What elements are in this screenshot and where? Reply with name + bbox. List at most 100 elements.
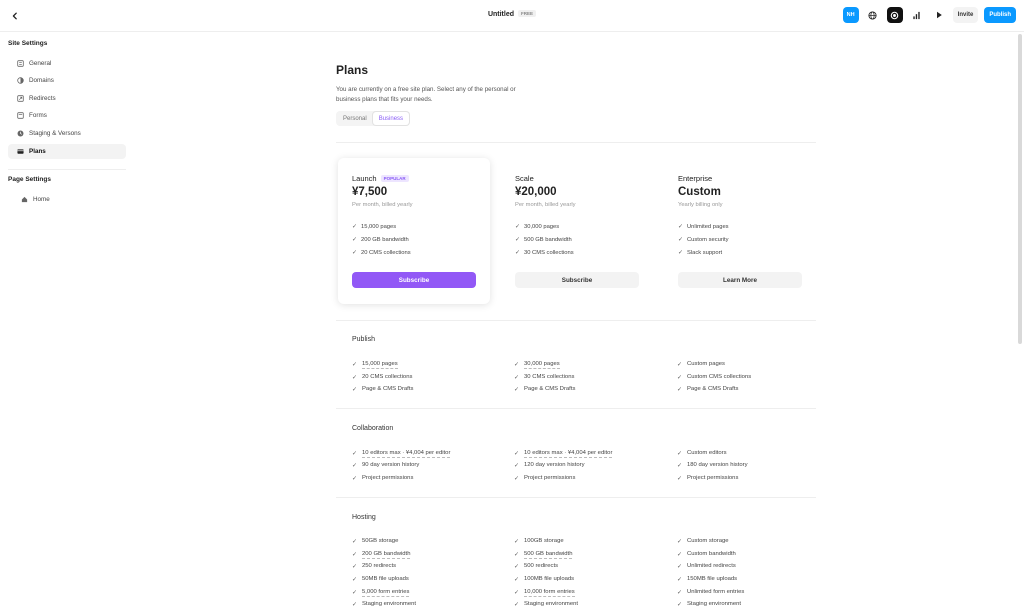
feature-text[interactable]: 500 GB bandwidth xyxy=(524,550,573,559)
publish-button[interactable]: Publish xyxy=(984,7,1016,23)
compare-feature: ✓ Custom pages xyxy=(677,358,725,371)
plan-feature: ✓ Slack support xyxy=(678,246,802,259)
page-title: Plans xyxy=(336,63,369,77)
feature-text[interactable]: 10 editors max · ¥4,004 per editor xyxy=(362,449,451,458)
subscribe-launch-button[interactable]: Subscribe xyxy=(352,272,476,288)
play-button[interactable] xyxy=(931,7,947,23)
compare-feature: ✓ 90 day version history xyxy=(352,459,419,472)
sidebar-item-label: Forms xyxy=(29,112,47,119)
feature-text: 120 day version history xyxy=(524,462,585,469)
feature-text[interactable]: 200 GB bandwidth xyxy=(362,550,411,559)
sidebar-item-general[interactable]: General xyxy=(8,56,126,71)
sidebar-item-staging[interactable]: Staging & Versons xyxy=(8,126,126,141)
plan-price: ¥7,500 xyxy=(352,186,388,198)
check-icon: ✓ xyxy=(514,450,520,457)
plan-feature-list: ✓ Unlimited pages ✓ Custom security ✓ Slack… xyxy=(678,220,802,259)
divider xyxy=(336,142,816,143)
plan-badge: FREE xyxy=(518,10,537,17)
compare-feature: ✓ Unlimited form entries xyxy=(677,586,744,599)
sidebar: Site Settings General Domains Redirects … xyxy=(0,32,136,613)
feature-text: 100MB file uploads xyxy=(524,576,575,583)
feature-text: Unlimited redirects xyxy=(687,563,736,570)
plan-price: ¥20,000 xyxy=(515,186,557,198)
compare-feature: ✓ 50GB storage xyxy=(352,535,398,548)
check-icon: ✓ xyxy=(514,576,520,583)
top-bar: Untitled FREE NH Invite Publish xyxy=(0,0,1024,32)
avatar[interactable]: NH xyxy=(842,7,859,23)
feature-text[interactable]: 10,000 form entries xyxy=(524,588,575,597)
compare-feature: ✓ Project permissions xyxy=(677,472,738,485)
feature-text: Custom security xyxy=(687,236,729,243)
analytics-button[interactable] xyxy=(909,7,925,23)
plan-name: Scale xyxy=(515,174,534,183)
compare-feature: ✓ Project permissions xyxy=(352,472,413,485)
feature-text: Project permissions xyxy=(687,475,739,482)
scrollbar[interactable] xyxy=(1018,34,1022,344)
plan-name: Launch xyxy=(352,174,377,183)
check-icon: ✓ xyxy=(677,475,683,482)
divider xyxy=(336,497,816,498)
learn-more-button[interactable]: Learn More xyxy=(678,272,802,288)
compare-feature: ✓ 500 GB bandwidth xyxy=(514,548,573,561)
sidebar-item-label: Domains xyxy=(29,77,54,84)
feature-text: Project permissions xyxy=(362,475,414,482)
tab-personal[interactable]: Personal xyxy=(337,112,373,125)
check-icon: ✓ xyxy=(677,462,683,469)
check-icon: ✓ xyxy=(678,237,684,243)
plan-feature-list: ✓ 30,000 pages ✓ 500 GB bandwidth ✓ 30 CMS … xyxy=(515,220,639,259)
feature-text: 150MB file uploads xyxy=(687,576,738,583)
feature-text: Project permissions xyxy=(524,475,576,482)
plan-card-scale: Scale ¥20,000 Per month, billed yearly ✓… xyxy=(501,158,653,304)
feature-text: 200 GB bandwidth xyxy=(361,236,409,243)
feature-text: 250 redirects xyxy=(362,563,397,570)
compare-feature: ✓ Staging environment xyxy=(514,598,578,611)
compare-feature: ✓ Page & CMS Drafts xyxy=(677,383,738,396)
sidebar-item-redirects[interactable]: Redirects xyxy=(8,91,126,106)
compare-feature: ✓ 10 editors max · ¥4,004 per editor xyxy=(352,447,451,460)
feature-text[interactable]: 15,000 pages xyxy=(362,360,398,369)
feature-text: Page & CMS Drafts xyxy=(687,386,739,393)
check-icon: ✓ xyxy=(514,386,520,393)
sidebar-item-plans[interactable]: Plans xyxy=(8,144,126,159)
preview-mode-button[interactable] xyxy=(886,7,903,23)
plan-feature: ✓ Unlimited pages xyxy=(678,220,802,233)
compare-feature: ✓ 120 day version history xyxy=(514,459,585,472)
feature-text: Unlimited form entries xyxy=(687,589,745,596)
feature-text: Page & CMS Drafts xyxy=(524,386,576,393)
plan-feature: ✓ 20 CMS collections xyxy=(352,246,476,259)
check-icon: ✓ xyxy=(514,563,520,570)
feature-text: Staging environment xyxy=(687,601,742,608)
sidebar-item-forms[interactable]: Forms xyxy=(8,108,126,123)
invite-button[interactable]: Invite xyxy=(952,7,979,23)
feature-text[interactable]: 10 editors max · ¥4,004 per editor xyxy=(524,449,613,458)
plan-feature: ✓ 30,000 pages xyxy=(515,220,639,233)
redirects-icon xyxy=(16,95,24,103)
feature-text[interactable]: 30,000 pages xyxy=(524,360,560,369)
check-icon: ✓ xyxy=(677,450,683,457)
compare-feature: ✓ Unlimited redirects xyxy=(677,560,736,573)
compare-feature: ✓ 50MB file uploads xyxy=(352,573,409,586)
feature-text: 30 CMS collections xyxy=(524,374,575,381)
compare-feature: ✓ 100GB storage xyxy=(514,535,564,548)
subscribe-scale-button[interactable]: Subscribe xyxy=(515,272,639,288)
check-icon: ✓ xyxy=(352,462,358,469)
check-icon: ✓ xyxy=(352,563,358,570)
sidebar-item-domains[interactable]: Domains xyxy=(8,73,126,88)
feature-text: 20 CMS collections xyxy=(361,249,411,256)
plan-name: Enterprise xyxy=(678,174,713,183)
compare-feature: ✓ 20 CMS collections xyxy=(352,371,412,384)
sidebar-item-home[interactable]: Home xyxy=(8,192,126,207)
site-title[interactable]: Untitled xyxy=(488,11,514,18)
tab-business[interactable]: Business xyxy=(372,112,410,125)
plans-icon xyxy=(16,148,24,156)
divider xyxy=(336,320,816,321)
compare-feature: ✓ Custom bandwidth xyxy=(677,548,736,561)
feature-text: 50MB file uploads xyxy=(362,576,409,583)
feature-text[interactable]: 5,000 form entries xyxy=(362,588,410,597)
globe-button[interactable] xyxy=(865,7,881,23)
check-icon: ✓ xyxy=(352,601,358,608)
check-icon: ✓ xyxy=(677,563,683,570)
check-icon: ✓ xyxy=(352,538,358,545)
check-icon: ✓ xyxy=(352,224,358,230)
check-icon: ✓ xyxy=(677,386,683,393)
